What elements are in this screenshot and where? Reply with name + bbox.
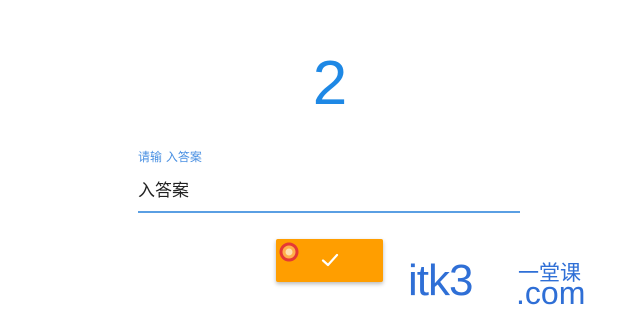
answer-field-underline: [138, 211, 520, 213]
answer-field[interactable]: 请输 入答案 入答案: [138, 146, 520, 216]
answer-field-label: 请输 入答案: [138, 150, 202, 164]
watermark-suffix-text: .com: [516, 275, 586, 309]
question-number: 2: [312, 49, 348, 118]
answer-screen: 2 请输 入答案 入答案 itk3 一堂课 .com: [0, 0, 620, 309]
watermark-main-text: itk3: [408, 256, 473, 305]
answer-input[interactable]: 入答案: [138, 176, 189, 201]
touch-ripple-icon: [279, 242, 299, 262]
watermark-logo: itk3 一堂课 .com: [408, 255, 608, 309]
check-icon: [321, 253, 339, 267]
